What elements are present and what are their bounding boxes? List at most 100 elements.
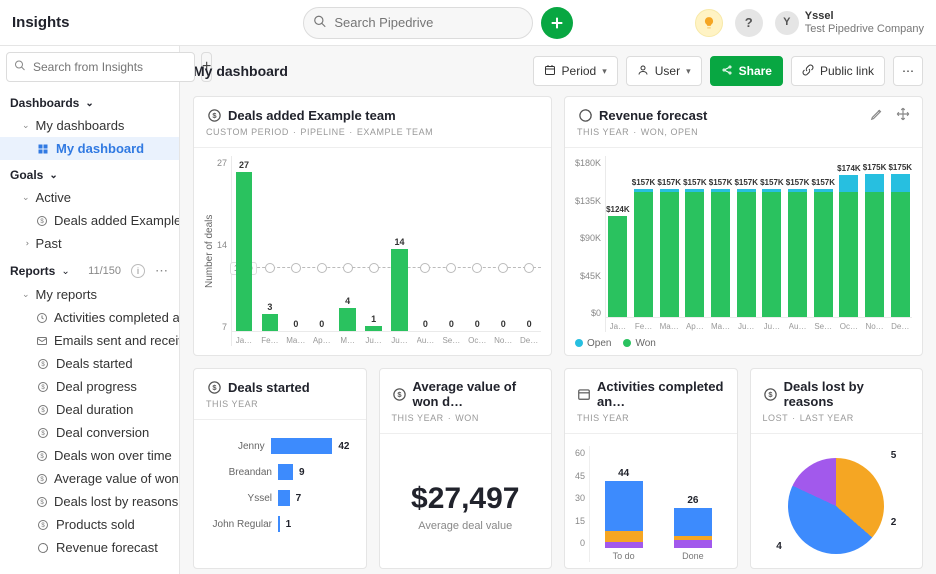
global-search-input[interactable] [303, 7, 533, 39]
pie-label: 5 [891, 450, 897, 461]
dollar-icon: $ [36, 215, 48, 227]
sidebar-item-my-reports[interactable]: ⌄ My reports [0, 283, 179, 306]
share-button[interactable]: Share [710, 56, 783, 86]
card-deals-lost: $ Deals lost by reasons LOSTLAST YEAR 4 … [750, 368, 924, 569]
user-icon [637, 64, 649, 79]
svg-text:$: $ [41, 523, 45, 529]
brand-title: Insights [12, 14, 182, 31]
card-title: $ Deals lost by reasons [763, 379, 911, 409]
help-icon[interactable]: ? [735, 9, 763, 37]
card-title: $ Deals added Example team [206, 107, 539, 123]
user-company: Test Pipedrive Company [805, 23, 924, 36]
svg-text:$: $ [40, 477, 44, 483]
card-deals-started: $ Deals started THIS YEAR Jenny42Breanda… [193, 368, 367, 569]
card-revenue-forecast: Revenue forecast THIS YEARWON, OPEN [564, 96, 923, 356]
svg-text:$: $ [212, 111, 217, 120]
kpi-value: $27,497 [390, 482, 542, 516]
user-menu[interactable]: Y Yssel Test Pipedrive Company [775, 10, 924, 35]
dollar-icon: $ [206, 107, 222, 123]
chevron-down-icon: ⌄ [85, 98, 93, 109]
card-subtitle: LOSTLAST YEAR [763, 409, 911, 429]
sidebar-item-report[interactable]: $Deals lost by reasons [0, 490, 179, 513]
sidebar-item-report[interactable]: $Average value of won de… [0, 467, 179, 490]
period-button[interactable]: Period▾ [533, 56, 618, 86]
card-subtitle: THIS YEARWON [392, 409, 540, 429]
sidebar-item-report[interactable]: $Deal duration [0, 398, 179, 421]
card-title: $ Average value of won d… [392, 379, 540, 409]
dollar-icon: $ [36, 404, 50, 416]
dollar-icon: $ [206, 379, 222, 395]
user-name: Yssel [805, 10, 924, 23]
sidebar-item-report[interactable]: $Products sold [0, 513, 179, 536]
forecast-icon [577, 107, 593, 123]
global-add-button[interactable] [541, 7, 573, 39]
user-filter-button[interactable]: User▾ [626, 56, 702, 86]
forecast-icon [36, 542, 50, 554]
sidebar-item-my-dashboards[interactable]: ⌄ My dashboards [0, 114, 179, 137]
chevron-down-icon: ⌄ [22, 289, 30, 300]
mail-icon [36, 335, 48, 347]
chart-deals-lost: 4 5 2 [776, 450, 896, 562]
chevron-down-icon: ⌄ [49, 170, 57, 181]
section-dashboards[interactable]: Dashboards ⌄ [0, 88, 179, 114]
sidebar: + Dashboards ⌄ ⌄ My dashboards My dashbo… [0, 46, 180, 574]
reports-count: 11/150 [88, 265, 121, 277]
global-search[interactable] [303, 7, 533, 39]
section-goals[interactable]: Goals⌄ [0, 160, 179, 186]
dollar-icon: $ [36, 473, 48, 485]
card-title: Revenue forecast [577, 107, 870, 123]
top-bar: Insights ? Y Yssel Test Pipedrive Compan… [0, 0, 936, 46]
move-icon[interactable] [896, 107, 910, 124]
dashboard-title: My dashboard [193, 63, 288, 79]
more-icon[interactable]: ⋯ [155, 263, 169, 279]
avatar: Y [775, 11, 799, 35]
card-subtitle: THIS YEARWON, OPEN [577, 123, 870, 143]
svg-text:$: $ [41, 408, 45, 414]
edit-icon[interactable] [870, 107, 884, 124]
pie-label: 2 [891, 517, 897, 528]
share-icon [721, 64, 733, 79]
dollar-icon: $ [36, 381, 50, 393]
chevron-down-icon: ⌄ [22, 192, 30, 203]
dollar-icon: $ [36, 450, 48, 462]
public-link-button[interactable]: Public link [791, 56, 885, 86]
lightbulb-icon[interactable] [695, 9, 723, 37]
info-icon[interactable]: i [131, 264, 145, 278]
search-icon [313, 14, 327, 31]
sidebar-item-active[interactable]: ⌄ Active [0, 186, 179, 209]
search-icon [14, 60, 26, 75]
sidebar-item-goal-example[interactable]: $ Deals added Example te… [0, 209, 179, 232]
chevron-right-icon: ⌄ [20, 240, 31, 248]
sidebar-item-report[interactable]: $Deals won over time [0, 444, 179, 467]
more-button[interactable]: ⋯ [893, 56, 923, 86]
dollar-icon: $ [36, 496, 48, 508]
card-subtitle: THIS YEAR [577, 409, 725, 429]
dollar-icon: $ [36, 519, 50, 531]
card-title: Activities completed an… [577, 379, 725, 409]
sidebar-item-report[interactable]: $Deals started [0, 352, 179, 375]
card-deals-added: $ Deals added Example team CUSTOM PERIOD… [193, 96, 552, 356]
sidebar-item-report[interactable]: Activities completed an… [0, 306, 179, 329]
sidebar-item-past[interactable]: ⌄ Past [0, 232, 179, 255]
dollar-icon: $ [36, 358, 50, 370]
svg-text:$: $ [41, 431, 45, 437]
section-reports[interactable]: Reports ⌄ 11/150 i ⋯ [0, 255, 179, 283]
y-axis-label: Number of deals [204, 156, 215, 346]
chart-deals-started: Jenny42Breandan9Yssel7John Regular1 [204, 428, 356, 542]
sidebar-item-report[interactable]: Revenue forecast [0, 536, 179, 559]
sidebar-item-report[interactable]: Emails sent and received [0, 329, 179, 352]
clock-icon [36, 312, 48, 324]
calendar-icon [577, 386, 591, 402]
svg-text:$: $ [40, 454, 44, 460]
card-subtitle: CUSTOM PERIODPIPELINEEXAMPLE TEAM [206, 123, 539, 143]
svg-text:$: $ [41, 385, 45, 391]
sidebar-item-report[interactable]: $Deal conversion [0, 421, 179, 444]
dashboard-header: My dashboard Period▾ User▾ Share [180, 46, 936, 96]
svg-text:$: $ [768, 390, 773, 399]
chart-activities: 604530150 44To do26Done [575, 442, 727, 562]
sidebar-search-input[interactable] [6, 52, 195, 82]
sidebar-item-report[interactable]: $Deal progress [0, 375, 179, 398]
chart-revenue-forecast: $180K$135K$90K$45K$0 $124KJa…$157KFe…$15… [575, 156, 912, 332]
card-activities: Activities completed an… THIS YEAR 60453… [564, 368, 738, 569]
sidebar-item-my-dashboard[interactable]: My dashboard [0, 137, 179, 160]
